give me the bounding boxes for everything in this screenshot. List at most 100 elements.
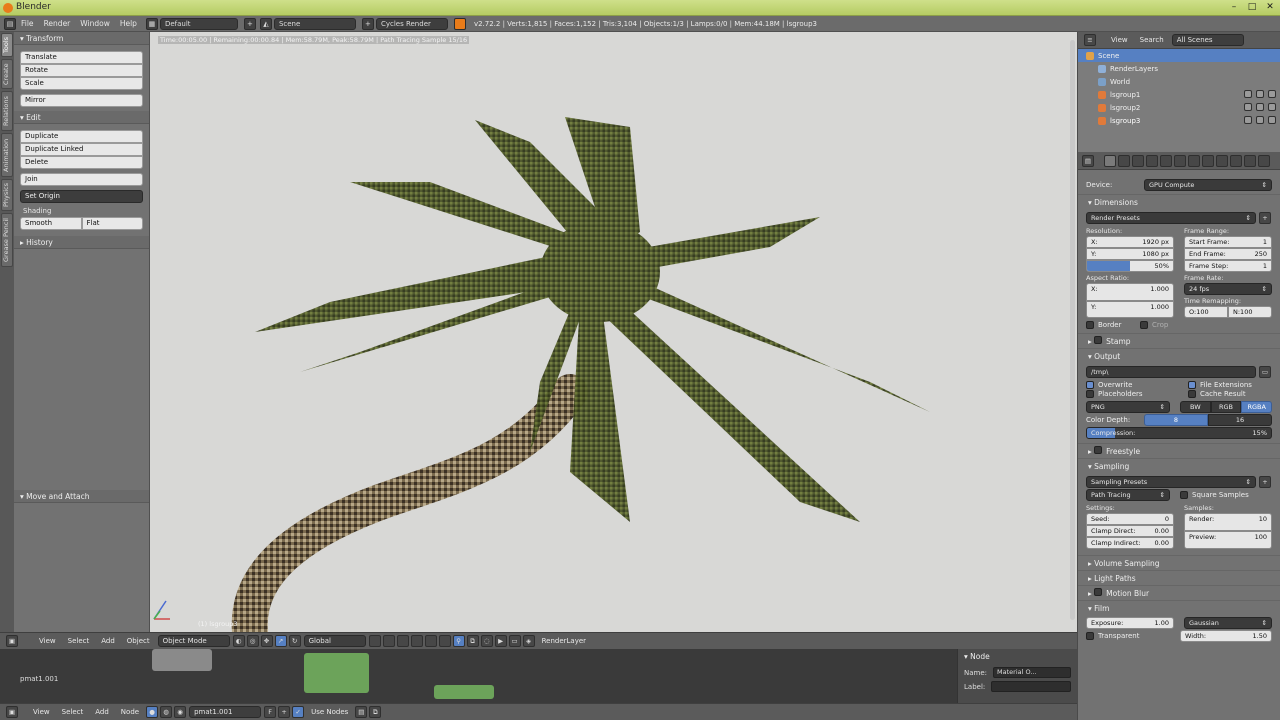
menu-render[interactable]: Render xyxy=(44,19,71,28)
time-old-field[interactable]: O:100 xyxy=(1184,306,1228,318)
fake-user-icon[interactable]: F xyxy=(264,706,277,718)
select-arrow-icon[interactable] xyxy=(1256,90,1264,98)
start-frame-field[interactable]: Start Frame: 1 xyxy=(1184,236,1272,248)
render-engine-select[interactable]: Cycles Render xyxy=(375,17,448,30)
scene-icon[interactable]: ◭ xyxy=(259,17,272,30)
menu-window[interactable]: Window xyxy=(80,19,110,28)
viewport-scrollbar[interactable] xyxy=(1070,40,1075,620)
smooth-button[interactable]: Smooth xyxy=(20,217,82,230)
sampling-panel-header[interactable]: ▾ Sampling xyxy=(1078,458,1280,473)
film-panel-header[interactable]: ▾ Film xyxy=(1078,600,1280,615)
resolution-percentage-slider[interactable]: 50% xyxy=(1086,260,1174,272)
menu-object[interactable]: Object xyxy=(127,637,150,645)
crop-checkbox[interactable] xyxy=(1140,321,1148,329)
maximize-button[interactable]: □ xyxy=(1244,1,1260,14)
object-tab-icon[interactable] xyxy=(1160,154,1172,167)
select-arrow-icon[interactable] xyxy=(1256,116,1264,124)
modifiers-tab-icon[interactable] xyxy=(1188,154,1200,167)
layer-6-icon[interactable] xyxy=(438,635,451,647)
layer-3-icon[interactable] xyxy=(396,635,409,647)
mode-select[interactable]: Object Mode xyxy=(157,635,230,647)
frame-rate-select[interactable]: 24 fps ⇕ xyxy=(1184,283,1272,295)
scale-button[interactable]: Scale xyxy=(20,77,143,90)
render-camera-icon[interactable] xyxy=(1268,90,1276,98)
outliner-menu-view[interactable]: View xyxy=(1111,36,1128,44)
minimize-button[interactable]: – xyxy=(1226,1,1242,14)
render-layers-tab-icon[interactable] xyxy=(1118,154,1130,167)
color-mode-rgb[interactable]: RGB xyxy=(1210,401,1242,413)
outliner-item-renderlayers[interactable]: RenderLayers xyxy=(1078,62,1280,75)
compression-slider[interactable]: Compression: 15% xyxy=(1086,427,1272,439)
placeholders-checkbox[interactable] xyxy=(1086,390,1094,398)
frame-step-field[interactable]: Frame Step: 1 xyxy=(1184,260,1272,272)
light-paths-panel-header[interactable]: ▸ Light Paths xyxy=(1078,570,1280,585)
outliner-editor-icon[interactable]: ≡ xyxy=(1084,34,1096,46)
seed-field[interactable]: Seed: 0 xyxy=(1086,513,1174,525)
outliner-item-lsgroup3[interactable]: lsgroup3 xyxy=(1078,114,1280,127)
visibility-eye-icon[interactable] xyxy=(1244,116,1252,124)
exposure-field[interactable]: Exposure: 1.00 xyxy=(1086,617,1174,629)
use-nodes-checkbox[interactable]: ✓ xyxy=(292,706,305,718)
time-new-field[interactable]: N:100 xyxy=(1228,306,1272,318)
end-frame-field[interactable]: End Frame: 250 xyxy=(1184,248,1272,260)
translate-manip-icon[interactable]: ↗ xyxy=(274,635,287,647)
rotate-button[interactable]: Rotate xyxy=(20,64,143,77)
layer-1-icon[interactable] xyxy=(368,635,381,647)
3d-viewport[interactable]: Time:00:05.00 | Remaining:00:00.84 | Mem… xyxy=(150,32,1077,632)
node-shader[interactable] xyxy=(152,649,212,671)
new-material-icon[interactable]: + xyxy=(278,706,291,718)
add-scene-icon[interactable]: + xyxy=(361,17,374,30)
render-presets-select[interactable]: Render Presets ⇕ xyxy=(1086,212,1256,224)
sampling-presets-select[interactable]: Sampling Presets ⇕ xyxy=(1086,476,1256,488)
visibility-eye-icon[interactable] xyxy=(1244,90,1252,98)
menu-file[interactable]: File xyxy=(21,19,34,28)
pivot-icon[interactable]: ◎ xyxy=(246,635,259,647)
preview-samples-field[interactable]: Preview: 100 xyxy=(1184,531,1272,549)
manipulator-icon[interactable]: ✥ xyxy=(260,635,273,647)
freestyle-panel-header[interactable]: ▸ Freestyle xyxy=(1078,443,1280,458)
move-attach-panel-header[interactable]: ▾ Move and Attach xyxy=(14,490,149,503)
transform-orientation-select[interactable]: Global xyxy=(303,635,366,647)
outliner-menu-search[interactable]: Search xyxy=(1140,36,1164,44)
camera-icon[interactable]: ▭ xyxy=(508,635,521,647)
color-mode-bw[interactable]: BW xyxy=(1180,401,1211,413)
node-menu-select[interactable]: Select xyxy=(62,708,84,716)
tab-tools[interactable]: Tools xyxy=(1,33,13,57)
screen-layout-icon[interactable]: ▦ xyxy=(145,17,158,30)
render-camera-icon[interactable] xyxy=(1268,103,1276,111)
material-slot-icon[interactable]: ◉ xyxy=(174,706,187,718)
screen-layout-select[interactable]: Default xyxy=(159,17,238,30)
clamp-direct-field[interactable]: Clamp Direct: 0.00 xyxy=(1086,525,1174,537)
world-nodes-icon[interactable]: ◍ xyxy=(160,706,173,718)
resolution-y-field[interactable]: Y: 1080 px xyxy=(1086,248,1174,260)
border-checkbox[interactable] xyxy=(1086,321,1094,329)
aspect-y-field[interactable]: Y: 1.000 xyxy=(1086,300,1174,318)
data-tab-icon[interactable] xyxy=(1202,154,1214,167)
scene-select[interactable]: Scene xyxy=(273,17,356,30)
color-depth-16[interactable]: 16 xyxy=(1208,414,1272,426)
output-panel-header[interactable]: ▾ Output xyxy=(1078,348,1280,363)
snap-icon[interactable]: ⧉ xyxy=(466,635,479,647)
outliner-item-world[interactable]: World xyxy=(1078,75,1280,88)
duplicate-linked-button[interactable]: Duplicate Linked xyxy=(20,143,143,156)
material-select[interactable]: pmat1.001 xyxy=(189,706,262,718)
join-button[interactable]: Join xyxy=(20,173,143,186)
menu-view[interactable]: View xyxy=(39,637,56,645)
history-panel-header[interactable]: ▸ History xyxy=(14,236,149,249)
node-menu-node[interactable]: Node xyxy=(121,708,139,716)
mirror-button[interactable]: Mirror xyxy=(20,94,143,107)
shading-icon[interactable]: ◐ xyxy=(232,635,245,647)
overwrite-checkbox[interactable] xyxy=(1086,381,1094,389)
node-editor-icon[interactable]: ▣ xyxy=(6,706,18,718)
edit-panel-header[interactable]: ▾ Edit xyxy=(14,111,149,124)
folder-icon[interactable]: ▭ xyxy=(1259,366,1271,378)
physics-tab-icon[interactable] xyxy=(1258,154,1270,167)
filter-width-field[interactable]: Width: 1.50 xyxy=(1180,630,1272,642)
select-arrow-icon[interactable] xyxy=(1256,103,1264,111)
node-snap-icon[interactable]: ⧉ xyxy=(369,706,382,718)
rotate-manip-icon[interactable]: ↻ xyxy=(288,635,301,647)
lock-layers-icon[interactable]: ⚲ xyxy=(452,635,465,647)
motion-blur-panel-header[interactable]: ▸ Motion Blur xyxy=(1078,585,1280,600)
cache-result-checkbox[interactable] xyxy=(1188,390,1196,398)
add-sampling-preset-icon[interactable]: + xyxy=(1259,476,1271,488)
